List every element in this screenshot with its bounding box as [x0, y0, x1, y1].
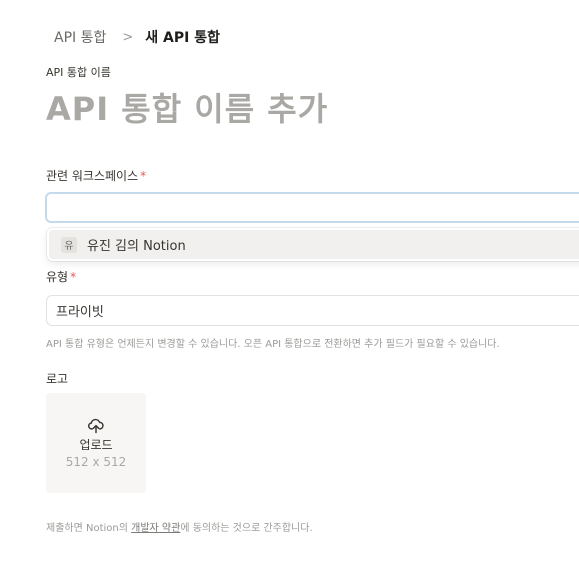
- logo-upload-button[interactable]: 업로드 512 x 512: [46, 393, 146, 493]
- workspace-input[interactable]: [45, 192, 579, 223]
- developer-terms-link[interactable]: 개발자 약관: [131, 523, 180, 534]
- workspace-avatar: 유: [61, 236, 77, 253]
- upload-size: 512 x 512: [65, 454, 127, 469]
- cloud-upload-icon: [88, 418, 104, 433]
- upload-label: 업로드: [79, 437, 113, 452]
- required-mark: *: [70, 270, 77, 284]
- terms-notice: 제출하면 Notion의 개발자 약관에 동의하는 것으로 간주합니다.: [46, 519, 313, 534]
- type-hint: API 통합 유형은 언제든지 변경할 수 있습니다. 오픈 API 통합으로 …: [46, 339, 500, 350]
- logo-label: 로고: [46, 372, 69, 386]
- breadcrumb-current: 새 API 통합: [145, 30, 220, 46]
- terms-prefix: 제출하면 Notion의: [46, 523, 132, 534]
- breadcrumb-parent-link[interactable]: API 통합: [54, 27, 106, 47]
- terms-suffix: 에 동의하는 것으로 간주합니다.: [180, 523, 313, 534]
- workspace-label-text: 관련 워크스페이스: [46, 169, 139, 183]
- integration-name-label: API 통합 이름: [46, 66, 111, 79]
- integration-name-input[interactable]: API 통합 이름 추가: [46, 84, 328, 130]
- type-select[interactable]: 프라이빗: [46, 295, 579, 326]
- required-mark: *: [140, 169, 147, 183]
- type-select-value: 프라이빗: [56, 305, 104, 320]
- workspace-label: 관련 워크스페이스 *: [46, 167, 146, 184]
- breadcrumb: API 통합 > 새 API 통합: [54, 27, 220, 47]
- workspace-option-name: 유진 김의 Notion: [87, 239, 186, 254]
- workspace-option[interactable]: 유 유진 김의 Notion: [49, 230, 579, 259]
- type-label-text: 유형: [46, 270, 69, 284]
- breadcrumb-separator: >: [122, 29, 134, 45]
- workspace-dropdown: 유 유진 김의 Notion: [47, 228, 579, 261]
- type-label: 유형 *: [46, 268, 76, 285]
